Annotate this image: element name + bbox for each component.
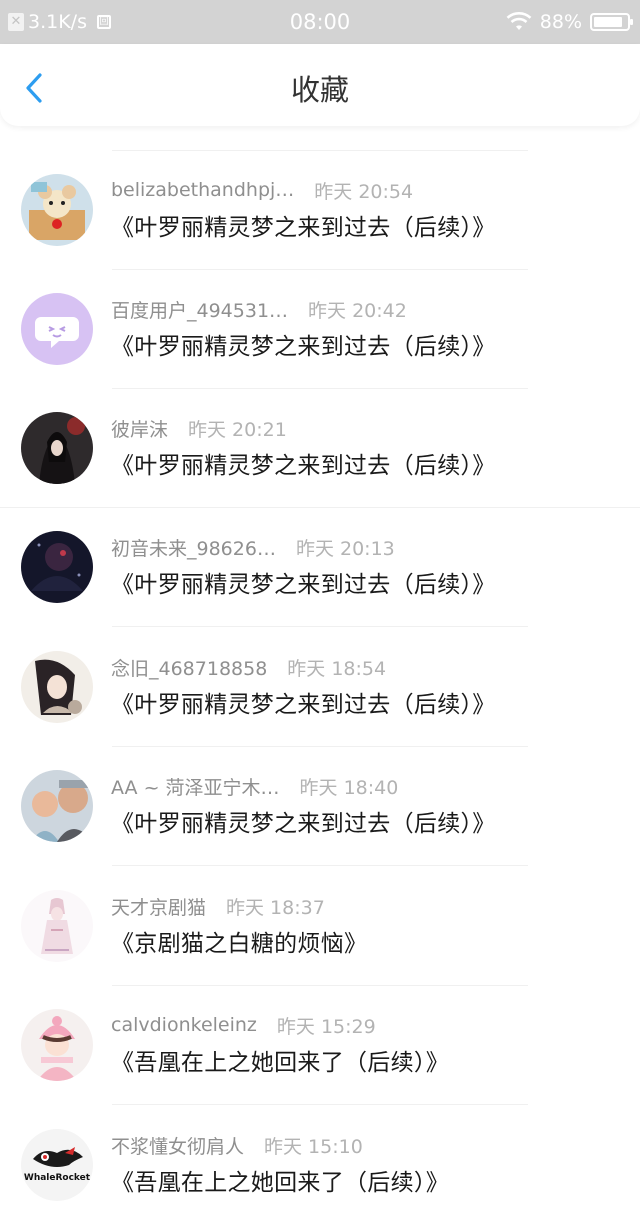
avatar[interactable]: WhaleRocket: [21, 1129, 93, 1201]
list-item[interactable]: calvdionkeleinz 昨天 15:29 《吾凰在上之她回来了（后续）》: [0, 1009, 640, 1129]
avatar[interactable]: [21, 1009, 93, 1081]
nav-bar: 收藏: [0, 44, 640, 126]
timestamp: 昨天 20:21: [188, 418, 287, 441]
list-item[interactable]: belizabethandhpj… 昨天 20:54 《叶罗丽精灵梦之来到过去（…: [0, 174, 640, 294]
story-title[interactable]: 《叶罗丽精灵梦之来到过去（后续）》: [111, 804, 496, 838]
favorites-list[interactable]: belizabethandhpj… 昨天 20:54 《叶罗丽精灵梦之来到过去（…: [0, 126, 640, 1205]
story-title[interactable]: 《京剧猫之白糖的烦恼》: [111, 924, 367, 958]
avatar[interactable]: [21, 293, 93, 365]
divider: [112, 626, 528, 627]
page-title: 收藏: [290, 73, 349, 107]
divider: [112, 1104, 528, 1105]
list-item[interactable]: AA ~ 菏泽亚宁木… 昨天 18:40 《叶罗丽精灵梦之来到过去（后续）》: [0, 770, 640, 890]
timestamp: 昨天 20:13: [295, 537, 395, 560]
username[interactable]: belizabethandhpj…: [111, 179, 294, 201]
timestamp: 昨天 18:37: [226, 896, 325, 919]
timestamp: 昨天 18:40: [299, 776, 399, 799]
divider: [0, 507, 640, 508]
avatar-logo-text: WhaleRocket: [23, 1173, 91, 1183]
timestamp: 昨天 15:29: [276, 1015, 376, 1038]
avatar[interactable]: [21, 890, 93, 962]
story-title[interactable]: 《叶罗丽精灵梦之来到过去（后续）》: [111, 208, 496, 242]
list-item[interactable]: 天才京剧猫 昨天 18:37 《京剧猫之白糖的烦恼》: [0, 890, 640, 1010]
username[interactable]: 百度用户_494531…: [111, 296, 288, 323]
username[interactable]: 彼岸沫: [111, 415, 168, 442]
story-title[interactable]: 《吾凰在上之她回来了（后续）》: [111, 1163, 449, 1197]
username[interactable]: 天才京剧猫: [111, 893, 206, 920]
list-item[interactable]: 初音未来_98626… 昨天 20:13 《叶罗丽精灵梦之来到过去（后续）》: [0, 531, 640, 651]
timestamp: 昨天 18:54: [287, 657, 387, 680]
divider: [112, 269, 528, 270]
username[interactable]: 初音未来_98626…: [111, 534, 276, 561]
list-item[interactable]: 彼岸沫 昨天 20:21 《叶罗丽精灵梦之来到过去（后续）》: [0, 412, 640, 532]
battery-icon: [590, 13, 633, 31]
story-title[interactable]: 《叶罗丽精灵梦之来到过去（后续）》: [111, 327, 496, 361]
username[interactable]: 不浆懂女彻肩人: [111, 1132, 244, 1159]
story-title[interactable]: 《叶罗丽精灵梦之来到过去（后续）》: [111, 446, 496, 480]
username[interactable]: calvdionkeleinz: [111, 1014, 257, 1036]
username[interactable]: AA ~ 菏泽亚宁木…: [111, 773, 280, 800]
story-title[interactable]: 《叶罗丽精灵梦之来到过去（后续）》: [111, 565, 496, 599]
divider: [112, 388, 528, 389]
timestamp: 昨天 15:10: [264, 1135, 363, 1158]
divider: [112, 746, 528, 747]
wifi-icon: [506, 12, 532, 30]
avatar[interactable]: [21, 651, 93, 723]
timestamp: 昨天 20:54: [314, 180, 414, 203]
battery-percent: 88%: [539, 11, 582, 33]
timestamp: 昨天 20:42: [308, 299, 407, 322]
avatar[interactable]: [21, 412, 93, 484]
divider: [112, 985, 528, 986]
avatar[interactable]: [21, 770, 93, 842]
divider: [112, 865, 528, 866]
status-bar: ✕ 3.1K/s 回 08:00 88%: [0, 0, 640, 44]
story-title[interactable]: 《叶罗丽精灵梦之来到过去（后续）》: [111, 685, 496, 719]
list-item[interactable]: 百度用户_494531… 昨天 20:42 《叶罗丽精灵梦之来到过去（后续）》: [0, 293, 640, 413]
list-item[interactable]: WhaleRocket 不浆懂女彻肩人 昨天 15:10 《吾凰在上之她回来了（…: [0, 1129, 640, 1205]
list-item[interactable]: 念旧_468718858 昨天 18:54 《叶罗丽精灵梦之来到过去（后续）》: [0, 651, 640, 771]
username[interactable]: 念旧_468718858: [111, 654, 267, 681]
story-title[interactable]: 《吾凰在上之她回来了（后续）》: [111, 1043, 449, 1077]
divider: [112, 150, 528, 151]
avatar[interactable]: [21, 531, 93, 603]
avatar[interactable]: [21, 174, 93, 246]
